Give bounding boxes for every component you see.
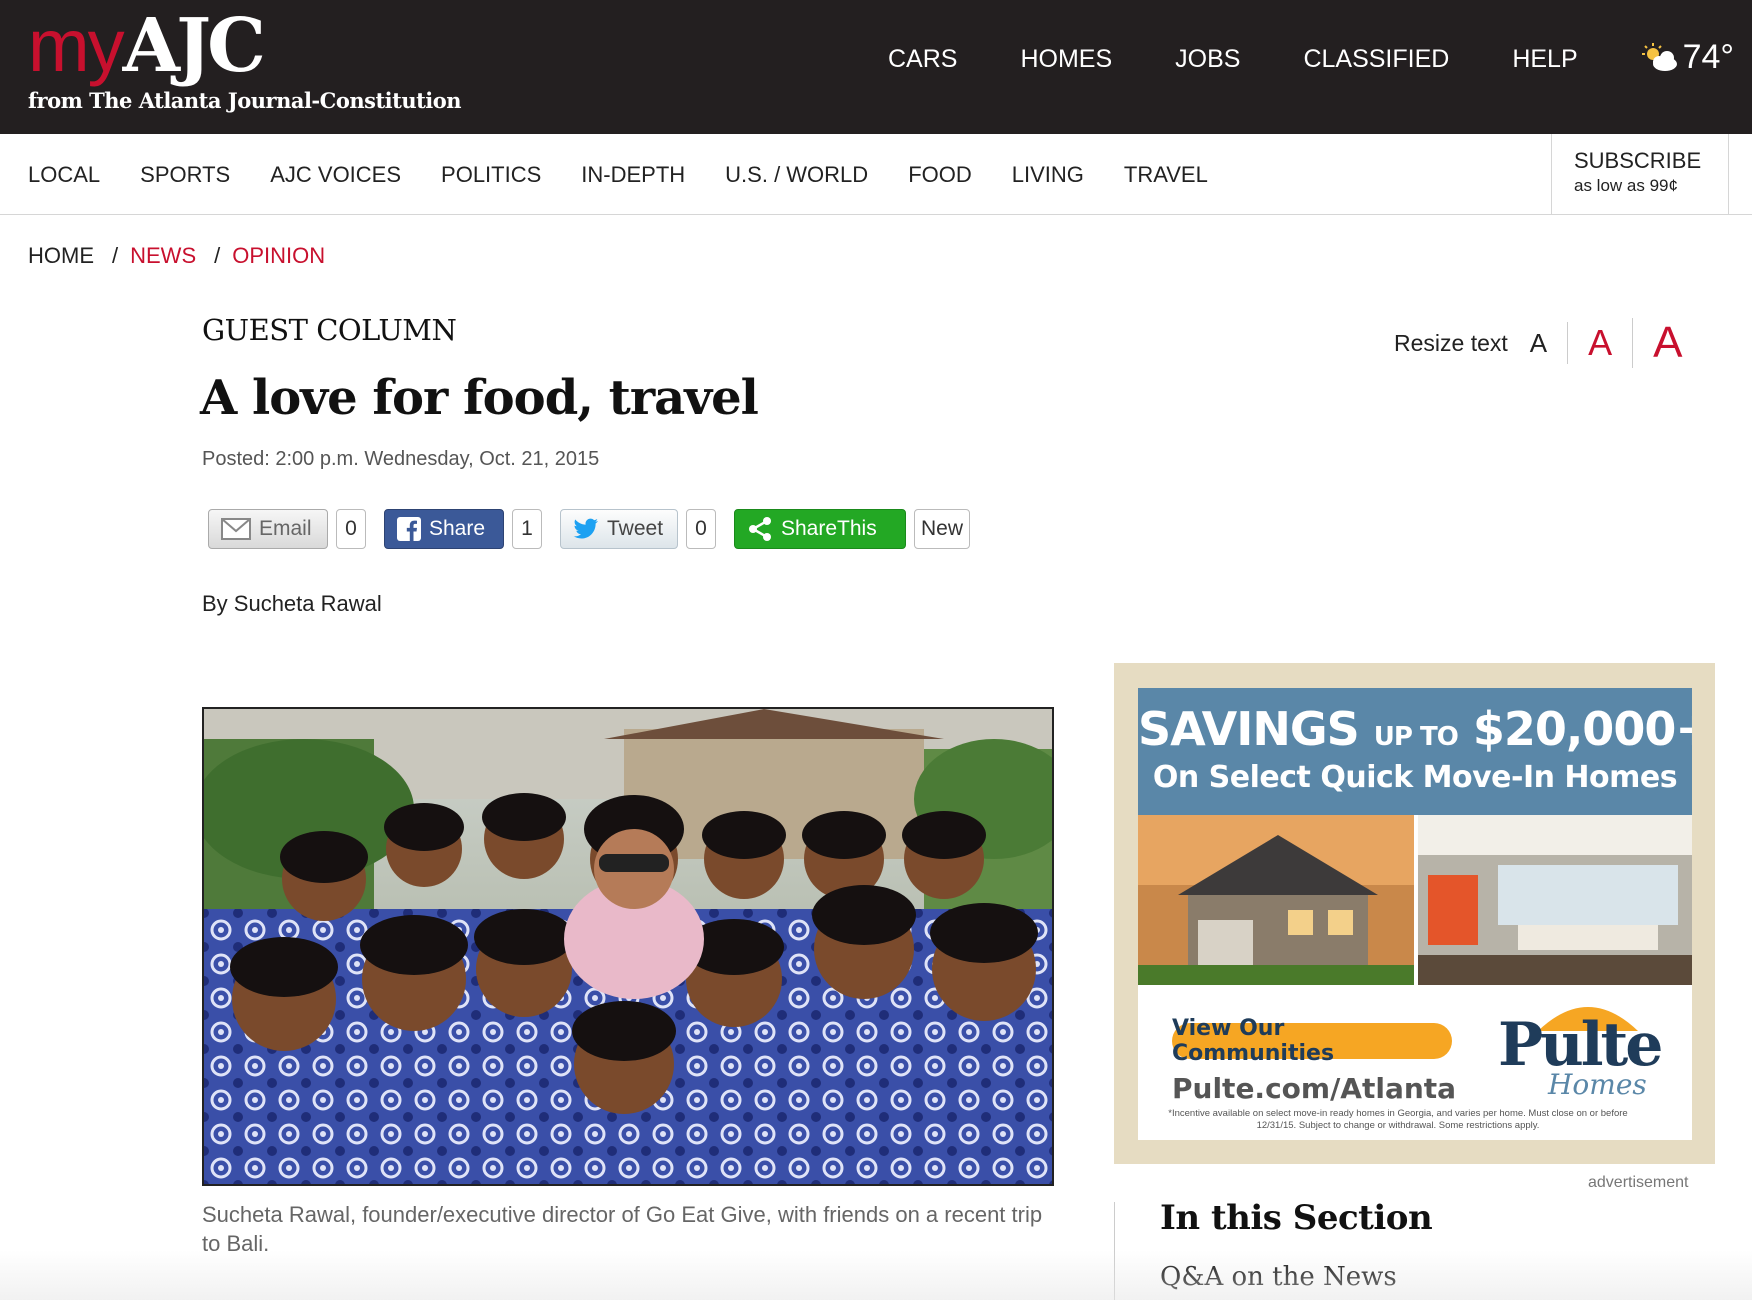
facebook-share-label: Share: [429, 517, 486, 540]
advertisement-label: advertisement: [1588, 1174, 1689, 1191]
ad-up-to: UP TO: [1373, 722, 1459, 752]
top-header: myAJC from The Atlanta Journal-Constitut…: [0, 0, 1752, 134]
ad-url: Pulte.com/Atlanta: [1172, 1072, 1457, 1105]
logo-subtitle: from The Atlanta Journal-Constitution: [28, 88, 462, 113]
breadcrumb-separator: /: [112, 243, 119, 268]
subscribe-price: as low as 99¢: [1574, 176, 1678, 195]
top-nav: CARS HOMES JOBS CLASSIFIED HELP: [888, 45, 1641, 74]
nav-help[interactable]: HELP: [1512, 45, 1577, 74]
section-living[interactable]: LIVING: [1012, 162, 1084, 188]
group-photo-illustration: [204, 709, 1052, 1184]
breadcrumb: HOME / NEWS / OPINION: [28, 243, 325, 269]
ad-headline: SAVINGS UP TO $20,000+: [1138, 702, 1692, 756]
ad-cta-button[interactable]: View Our Communities: [1172, 1016, 1452, 1066]
sidebar-link-qa[interactable]: Q&A on the News: [1160, 1262, 1397, 1292]
sidebar-divider: [1114, 1202, 1115, 1300]
subscribe-button[interactable]: SUBSCRIBE as low as 99¢: [1551, 134, 1729, 214]
nav-classified[interactable]: CLASSIFIED: [1303, 45, 1449, 74]
email-share-label: Email: [259, 517, 312, 540]
ad-brand-sub: Homes: [1548, 1068, 1647, 1101]
logo-wordmark: myAJC: [28, 4, 461, 88]
ad-amount: $20,000+: [1472, 702, 1692, 756]
ad-fine-print: *Incentive available on select move-in r…: [1168, 1108, 1628, 1131]
section-nav-items: LOCAL SPORTS AJC VOICES POLITICS IN-DEPT…: [28, 162, 1248, 188]
section-politics[interactable]: POLITICS: [441, 162, 541, 188]
text-size-large-button[interactable]: A: [1632, 318, 1682, 368]
logo-my: my: [28, 4, 125, 87]
section-us-world[interactable]: U.S. / WORLD: [725, 162, 868, 188]
section-local[interactable]: LOCAL: [28, 162, 100, 188]
share-bar: Email 0 Share 1 Tweet 0 ShareThis New: [208, 509, 971, 549]
logo-ajc: AJC: [122, 3, 266, 89]
section-nav: LOCAL SPORTS AJC VOICES POLITICS IN-DEPT…: [0, 134, 1752, 215]
sharethis-button[interactable]: ShareThis: [734, 509, 906, 549]
ad-creative: SAVINGS UP TO $20,000+ On Select Quick M…: [1138, 688, 1692, 1140]
email-share-count: 0: [336, 509, 366, 549]
text-size-medium-button[interactable]: A: [1567, 322, 1632, 364]
subscribe-label: SUBSCRIBE: [1574, 148, 1702, 173]
twitter-bird-icon: [573, 518, 598, 539]
sharethis-new-badge: New: [914, 509, 971, 549]
nav-homes[interactable]: HOMES: [1020, 45, 1112, 74]
facebook-icon: [397, 517, 421, 541]
nav-jobs[interactable]: JOBS: [1175, 45, 1240, 74]
section-ajc-voices[interactable]: AJC VOICES: [270, 162, 401, 188]
tweet-label: Tweet: [607, 517, 664, 540]
email-share-button[interactable]: Email: [208, 509, 328, 549]
article-photo[interactable]: [202, 707, 1054, 1186]
ad-header-band: SAVINGS UP TO $20,000+ On Select Quick M…: [1138, 688, 1692, 815]
section-food[interactable]: FOOD: [908, 162, 972, 188]
myajc-logo[interactable]: myAJC from The Atlanta Journal-Constitut…: [28, 4, 462, 113]
resize-text-label: Resize text: [1394, 329, 1508, 356]
breadcrumb-separator: /: [214, 243, 221, 268]
facebook-share-count: 1: [512, 509, 542, 549]
section-sports[interactable]: SPORTS: [140, 162, 230, 188]
tweet-button[interactable]: Tweet: [560, 509, 678, 549]
article-kicker: GUEST COLUMN: [202, 313, 457, 347]
breadcrumb-news[interactable]: NEWS: [130, 243, 196, 269]
breadcrumb-home[interactable]: HOME: [28, 243, 94, 269]
weather-temp: 74°: [1682, 38, 1734, 76]
resize-text-control: Resize text A A A: [1394, 318, 1682, 368]
partly-cloudy-icon: [1641, 42, 1677, 71]
ad-house-photos: [1138, 815, 1692, 985]
weather-widget[interactable]: 74°: [1641, 38, 1734, 77]
photo-caption: Sucheta Rawal, founder/executive directo…: [202, 1202, 1043, 1256]
advertisement[interactable]: SAVINGS UP TO $20,000+ On Select Quick M…: [1114, 663, 1715, 1164]
facebook-share-button[interactable]: Share: [384, 509, 504, 549]
nav-cars[interactable]: CARS: [888, 45, 957, 74]
ad-subheadline: On Select Quick Move-In Homes: [1152, 760, 1678, 795]
ad-savings: SAVINGS: [1138, 702, 1360, 756]
tweet-count: 0: [686, 509, 716, 549]
envelope-icon: [221, 518, 251, 540]
breadcrumb-opinion[interactable]: OPINION: [232, 243, 325, 269]
in-this-section-heading: In this Section: [1160, 1198, 1433, 1238]
share-icon: [749, 517, 771, 541]
article-posted-date: Posted: 2:00 p.m. Wednesday, Oct. 21, 20…: [202, 448, 600, 470]
sharethis-label: ShareThis: [781, 517, 877, 540]
section-travel[interactable]: TRAVEL: [1124, 162, 1208, 188]
article-byline: By Sucheta Rawal: [202, 591, 382, 616]
text-size-small-button[interactable]: A: [1530, 328, 1567, 359]
section-in-depth[interactable]: IN-DEPTH: [581, 162, 685, 188]
article-headline: A love for food, travel: [200, 370, 759, 426]
